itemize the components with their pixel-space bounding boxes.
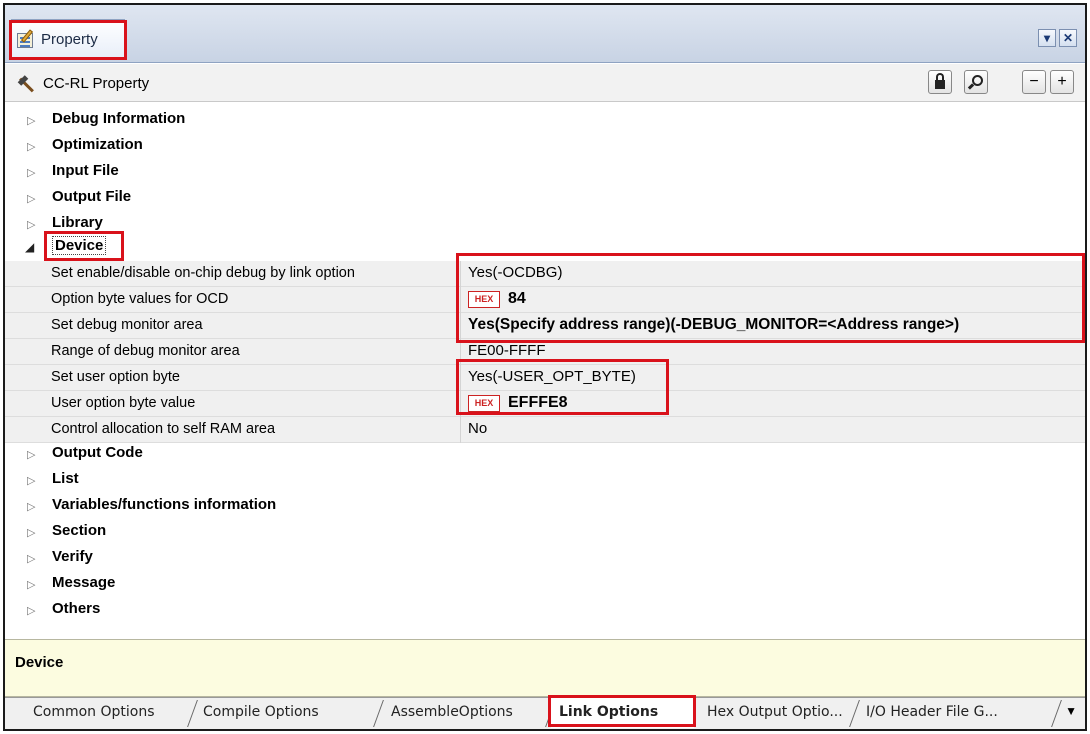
expand-arrow-icon[interactable]: ▷ [27,192,35,205]
description-area: Device [5,639,1085,697]
description-title: Device [15,654,64,671]
category-label: Input File [52,162,119,179]
tab-common-options[interactable]: Common Options [25,698,198,728]
category-verify[interactable]: ▷ Verify [5,545,1085,571]
close-button[interactable]: ✕ [1059,29,1077,47]
hex-badge-icon: HEX [468,291,500,308]
search-icon [972,75,983,86]
expand-arrow-icon[interactable]: ▷ [27,218,35,231]
options-tab-bar: Common Options Compile Options AssembleO… [5,697,1085,729]
category-variables-functions-information[interactable]: ▷ Variables/functions information [5,493,1085,519]
property-row[interactable]: Range of debug monitor area FE00-FFFF [5,339,1085,365]
collapse-all-button[interactable]: − [1022,70,1046,94]
panel-titlebar: Property ▾ ✕ [5,5,1085,63]
category-output-file[interactable]: ▷ Output File [5,185,1085,211]
expand-arrow-icon[interactable]: ▷ [27,500,35,513]
property-row[interactable]: Set debug monitor area Yes(Specify addre… [5,313,1085,339]
collapse-arrow-icon[interactable]: ◢ [25,240,34,254]
expand-arrow-icon[interactable]: ▷ [27,140,35,153]
property-row[interactable]: Set user option byte Yes(-USER_OPT_BYTE) [5,365,1085,391]
category-label: Optimization [52,136,143,153]
category-input-file[interactable]: ▷ Input File [5,159,1085,185]
property-value[interactable]: FE00-FFFF [468,342,546,359]
category-label: Message [52,574,116,591]
property-tab[interactable]: Property [11,19,125,59]
property-panel: Property ▾ ✕ CC-RL Property − + ▷ Debug … [3,3,1087,731]
tab-assemble-options[interactable]: AssembleOptions [383,698,556,728]
category-output-code[interactable]: ▷ Output Code [5,441,1085,467]
category-label: Debug Information [52,110,186,127]
expand-arrow-icon[interactable]: ▷ [27,578,35,591]
hammer-icon [17,74,37,94]
property-row[interactable]: User option byte value HEX EFFFE8 [5,391,1085,417]
property-value[interactable]: Yes(-USER_OPT_BYTE) [468,368,636,385]
property-header: CC-RL Property − + [5,64,1085,102]
tab-list-menu-icon[interactable]: ▼ [1065,704,1077,718]
lock-icon [935,73,945,89]
category-label: Output Code [52,444,143,461]
property-tab-label: Property [41,31,98,48]
category-section[interactable]: ▷ Section [5,519,1085,545]
tab-compile-options[interactable]: Compile Options [195,698,384,728]
tab-link-options[interactable]: Link Options [551,698,694,728]
tab-io-header-file[interactable]: I/O Header File G... [858,698,1062,728]
property-row[interactable]: Set enable/disable on-chip debug by link… [5,261,1085,287]
property-value[interactable]: HEX EFFFE8 [468,394,568,412]
property-icon [16,28,36,50]
category-label: Verify [52,548,93,565]
expand-arrow-icon[interactable]: ▷ [27,474,35,487]
expand-arrow-icon[interactable]: ▷ [27,526,35,539]
category-label: Others [52,600,101,617]
property-value[interactable]: No [468,420,487,437]
property-row[interactable]: Option byte values for OCD HEX 84 [5,287,1085,313]
expand-arrow-icon[interactable]: ▷ [27,166,35,179]
property-target-name: CC-RL Property [43,75,150,92]
category-debug-information[interactable]: ▷ Debug Information [5,107,1085,133]
search-button[interactable] [964,70,988,94]
category-device[interactable]: ◢ Device [5,234,1085,260]
expand-arrow-icon[interactable]: ▷ [27,604,35,617]
expand-all-button[interactable]: + [1050,70,1074,94]
expand-arrow-icon[interactable]: ▷ [27,114,35,127]
category-label: Device [52,236,107,255]
category-label: List [52,470,79,487]
category-list[interactable]: ▷ List [5,467,1085,493]
category-label: Output File [52,188,132,205]
dropdown-button[interactable]: ▾ [1038,29,1056,47]
hex-badge-icon: HEX [468,395,500,412]
category-label: Variables/functions information [52,496,277,513]
property-row[interactable]: Control allocation to self RAM area No [5,417,1085,443]
category-message[interactable]: ▷ Message [5,571,1085,597]
lock-button[interactable] [928,70,952,94]
property-tree: ▷ Debug Information ▷ Optimization ▷ Inp… [5,103,1085,633]
tab-hex-output-options[interactable]: Hex Output Optio... [699,698,860,728]
property-value[interactable]: Yes(-OCDBG) [468,264,562,281]
property-value[interactable]: HEX 84 [468,290,526,308]
category-others[interactable]: ▷ Others [5,597,1085,623]
category-label: Library [52,214,103,231]
property-value[interactable]: Yes(Specify address range)(-DEBUG_MONITO… [468,316,959,334]
category-label: Section [52,522,107,539]
expand-arrow-icon[interactable]: ▷ [27,552,35,565]
category-optimization[interactable]: ▷ Optimization [5,133,1085,159]
expand-arrow-icon[interactable]: ▷ [27,448,35,461]
